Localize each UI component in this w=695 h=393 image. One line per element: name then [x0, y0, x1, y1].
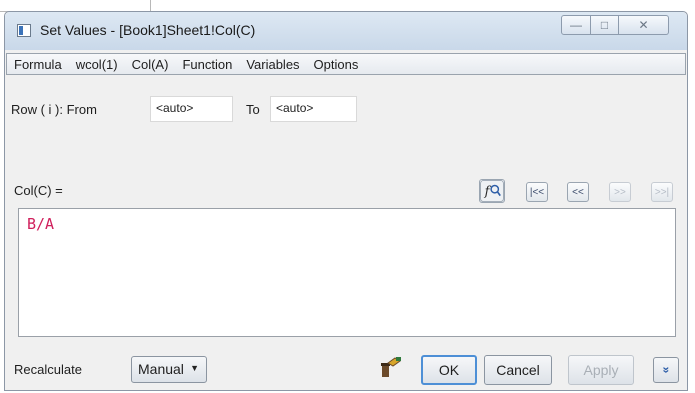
apply-button[interactable]: Apply	[568, 355, 634, 385]
menu-bar: Formula wcol(1) Col(A) Function Variable…	[6, 53, 686, 75]
double-chevron-icon: »	[659, 366, 673, 374]
menu-col-a[interactable]: Col(A)	[125, 57, 176, 72]
expand-dialog-button[interactable]: »	[653, 357, 679, 383]
formula-editor[interactable]: B/A	[18, 208, 676, 337]
recalculate-value: Manual	[138, 361, 184, 377]
recalculate-label: Recalculate	[14, 362, 82, 377]
last-icon: >>|	[654, 186, 670, 198]
cancel-button[interactable]: Cancel	[484, 355, 552, 385]
dropdown-arrow-icon: ▼	[190, 363, 199, 373]
window-title: Set Values - [Book1]Sheet1!Col(C)	[40, 22, 256, 38]
recalculate-select[interactable]: Manual ▼	[131, 356, 207, 383]
first-history-button[interactable]: |<<	[526, 182, 548, 202]
ok-button[interactable]: OK	[421, 355, 477, 385]
row-to-label: To	[246, 102, 260, 117]
menu-variables[interactable]: Variables	[239, 57, 306, 72]
previous-history-button[interactable]: <<	[567, 182, 589, 202]
function-search-icon[interactable]: f	[479, 179, 505, 203]
menu-wcol[interactable]: wcol(1)	[69, 57, 125, 72]
menu-formula[interactable]: Formula	[7, 57, 69, 72]
first-icon: |<<	[529, 186, 545, 198]
column-expression-label: Col(C) =	[14, 183, 63, 198]
menu-function[interactable]: Function	[175, 57, 239, 72]
maximize-button[interactable]: □	[591, 15, 619, 35]
maximize-icon: □	[600, 18, 609, 32]
next-history-button[interactable]: >>	[609, 182, 631, 202]
ok-label: OK	[438, 362, 460, 378]
close-button[interactable]: ✕	[619, 15, 669, 35]
minimize-icon: —	[570, 18, 582, 32]
code-builder-icon[interactable]	[379, 355, 403, 379]
set-values-dialog: Set Values - [Book1]Sheet1!Col(C) — □ ✕ …	[4, 11, 688, 391]
close-icon: ✕	[638, 18, 649, 32]
apply-label: Apply	[583, 362, 619, 378]
row-to-field[interactable]: <auto>	[270, 96, 357, 122]
row-range-label: Row ( i ): From	[11, 102, 97, 117]
last-history-button[interactable]: >>|	[651, 182, 673, 202]
app-icon	[17, 24, 31, 37]
cancel-label: Cancel	[496, 362, 540, 378]
previous-icon: <<	[572, 186, 584, 198]
menu-options[interactable]: Options	[307, 57, 366, 72]
minimize-button[interactable]: —	[561, 15, 591, 35]
row-from-field[interactable]: <auto>	[150, 96, 233, 122]
next-icon: >>	[614, 186, 626, 198]
title-bar: Set Values - [Book1]Sheet1!Col(C) — □ ✕	[5, 12, 687, 50]
